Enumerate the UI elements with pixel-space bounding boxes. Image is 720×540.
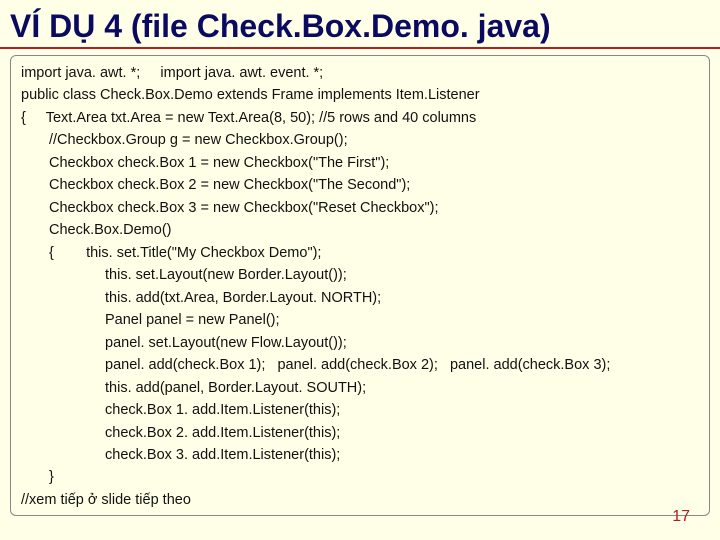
code-line: check.Box 2. add.Item.Listener(this); [21, 422, 699, 444]
code-line: { this. set.Title("My Checkbox Demo"); [21, 242, 699, 264]
code-block: import java. awt. *; import java. awt. e… [10, 55, 710, 516]
code-line: //Checkbox.Group g = new Checkbox.Group(… [21, 129, 699, 151]
code-line: Panel panel = new Panel(); [21, 309, 699, 331]
code-line: check.Box 3. add.Item.Listener(this); [21, 444, 699, 466]
code-line: { Text.Area txt.Area = new Text.Area(8, … [21, 107, 699, 129]
code-line: } [21, 466, 699, 488]
slide-title: VÍ DỤ 4 (file Check.Box.Demo. java) [0, 0, 720, 49]
code-line: //xem tiếp ở slide tiếp theo [21, 489, 699, 511]
code-line: Checkbox check.Box 1 = new Checkbox("The… [21, 152, 699, 174]
code-line: import java. awt. *; import java. awt. e… [21, 62, 699, 84]
code-line: check.Box 1. add.Item.Listener(this); [21, 399, 699, 421]
code-line: panel. set.Layout(new Flow.Layout()); [21, 332, 699, 354]
code-line: Check.Box.Demo() [21, 219, 699, 241]
code-line: public class Check.Box.Demo extends Fram… [21, 84, 699, 106]
code-line: panel. add(check.Box 1); panel. add(chec… [21, 354, 699, 376]
page-number: 17 [672, 508, 690, 526]
code-line: this. add(txt.Area, Border.Layout. NORTH… [21, 287, 699, 309]
code-line: Checkbox check.Box 3 = new Checkbox("Res… [21, 197, 699, 219]
code-line: this. set.Layout(new Border.Layout()); [21, 264, 699, 286]
code-line: this. add(panel, Border.Layout. SOUTH); [21, 377, 699, 399]
code-line: Checkbox check.Box 2 = new Checkbox("The… [21, 174, 699, 196]
